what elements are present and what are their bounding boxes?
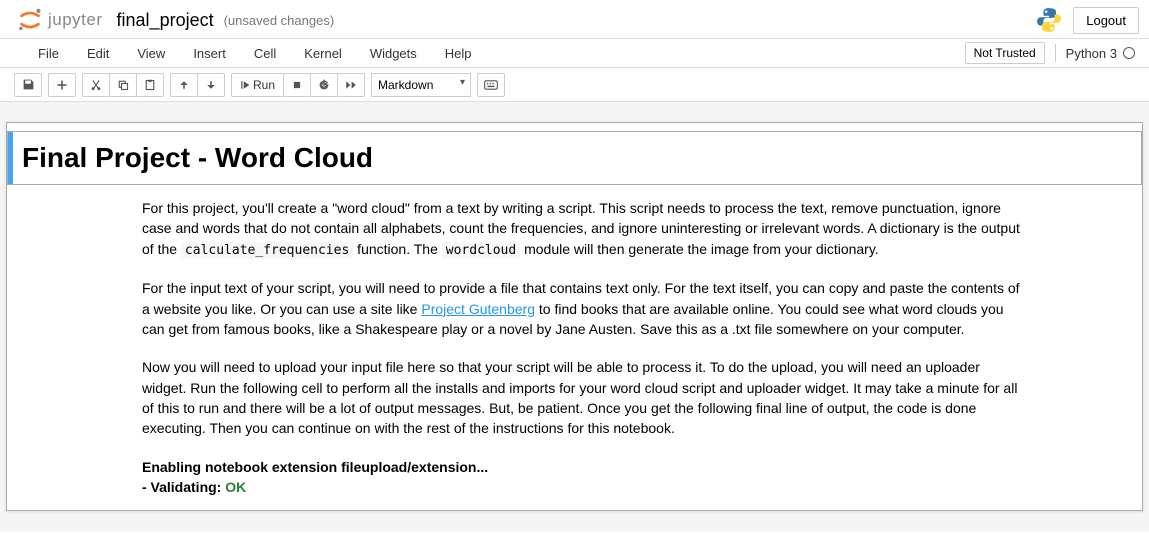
- command-palette-button[interactable]: [477, 73, 505, 97]
- add-cell-button[interactable]: [48, 73, 76, 97]
- save-icon: [22, 78, 35, 91]
- keyboard-icon: [484, 80, 498, 90]
- cut-button[interactable]: [82, 73, 110, 97]
- run-icon: [240, 80, 250, 90]
- save-status: (unsaved changes): [224, 13, 335, 28]
- logout-button[interactable]: Logout: [1073, 7, 1139, 34]
- python-logo-icon: [1035, 6, 1063, 34]
- cut-icon: [90, 79, 102, 91]
- menu-help[interactable]: Help: [431, 40, 486, 67]
- restart-run-button[interactable]: [337, 73, 365, 97]
- markdown-cell-body[interactable]: For this project, you'll create a "word …: [7, 193, 1142, 502]
- notebook: Final Project - Word Cloud For this proj…: [6, 122, 1143, 511]
- menu-widgets[interactable]: Widgets: [356, 40, 431, 67]
- move-up-button[interactable]: [170, 73, 198, 97]
- notebook-container: Final Project - Word Cloud For this proj…: [0, 102, 1149, 532]
- move-down-button[interactable]: [197, 73, 225, 97]
- notebook-name[interactable]: final_project: [117, 10, 214, 31]
- kernel-status-icon: [1123, 47, 1135, 59]
- menubar: File Edit View Insert Cell Kernel Widget…: [0, 38, 1149, 68]
- code-inline: wordcloud: [442, 242, 520, 259]
- paragraph-3: Now you will need to upload your input f…: [142, 357, 1021, 438]
- menu-insert[interactable]: Insert: [179, 40, 240, 67]
- menu-edit[interactable]: Edit: [73, 40, 123, 67]
- copy-icon: [117, 79, 129, 91]
- fast-forward-icon: [345, 80, 357, 90]
- plus-icon: [56, 79, 68, 91]
- interrupt-button[interactable]: [283, 73, 311, 97]
- paragraph-1: For this project, you'll create a "word …: [142, 198, 1021, 260]
- menu-kernel[interactable]: Kernel: [290, 40, 356, 67]
- down-icon: [205, 79, 217, 91]
- jupyter-logo[interactable]: jupyter: [16, 6, 103, 34]
- paragraph-2: For the input text of your script, you w…: [142, 278, 1021, 339]
- paste-button[interactable]: [136, 73, 164, 97]
- doc-title: Final Project - Word Cloud: [22, 142, 1141, 174]
- kernel-indicator[interactable]: Python 3: [1066, 46, 1141, 61]
- copy-button[interactable]: [109, 73, 137, 97]
- separator: [1055, 44, 1056, 62]
- restart-icon: [318, 79, 330, 91]
- cell-prompt: [8, 132, 22, 184]
- header-bar: jupyter final_project (unsaved changes) …: [0, 0, 1149, 38]
- restart-button[interactable]: [310, 73, 338, 97]
- stop-icon: [292, 80, 302, 90]
- cell-type-select[interactable]: Markdown: [371, 73, 471, 97]
- paste-icon: [144, 79, 156, 91]
- paragraph-4: Enabling notebook extension fileupload/e…: [142, 457, 1021, 498]
- menu-view[interactable]: View: [123, 40, 179, 67]
- project-gutenberg-link[interactable]: Project Gutenberg: [421, 301, 535, 317]
- run-label: Run: [253, 78, 275, 92]
- cell-prompt: [8, 194, 22, 501]
- toolbar: Run Markdown: [0, 68, 1149, 102]
- menu-cell[interactable]: Cell: [240, 40, 290, 67]
- save-button[interactable]: [14, 73, 42, 97]
- run-button[interactable]: Run: [231, 73, 284, 97]
- jupyter-icon: [16, 6, 44, 34]
- markdown-cell-title[interactable]: Final Project - Word Cloud: [7, 131, 1142, 185]
- jupyter-logo-text: jupyter: [48, 10, 103, 30]
- kernel-name-text: Python 3: [1066, 46, 1117, 61]
- code-inline: calculate_frequencies: [181, 242, 353, 259]
- up-icon: [178, 79, 190, 91]
- menu-file[interactable]: File: [24, 40, 73, 67]
- ok-status: OK: [225, 479, 246, 495]
- trust-button[interactable]: Not Trusted: [965, 42, 1045, 64]
